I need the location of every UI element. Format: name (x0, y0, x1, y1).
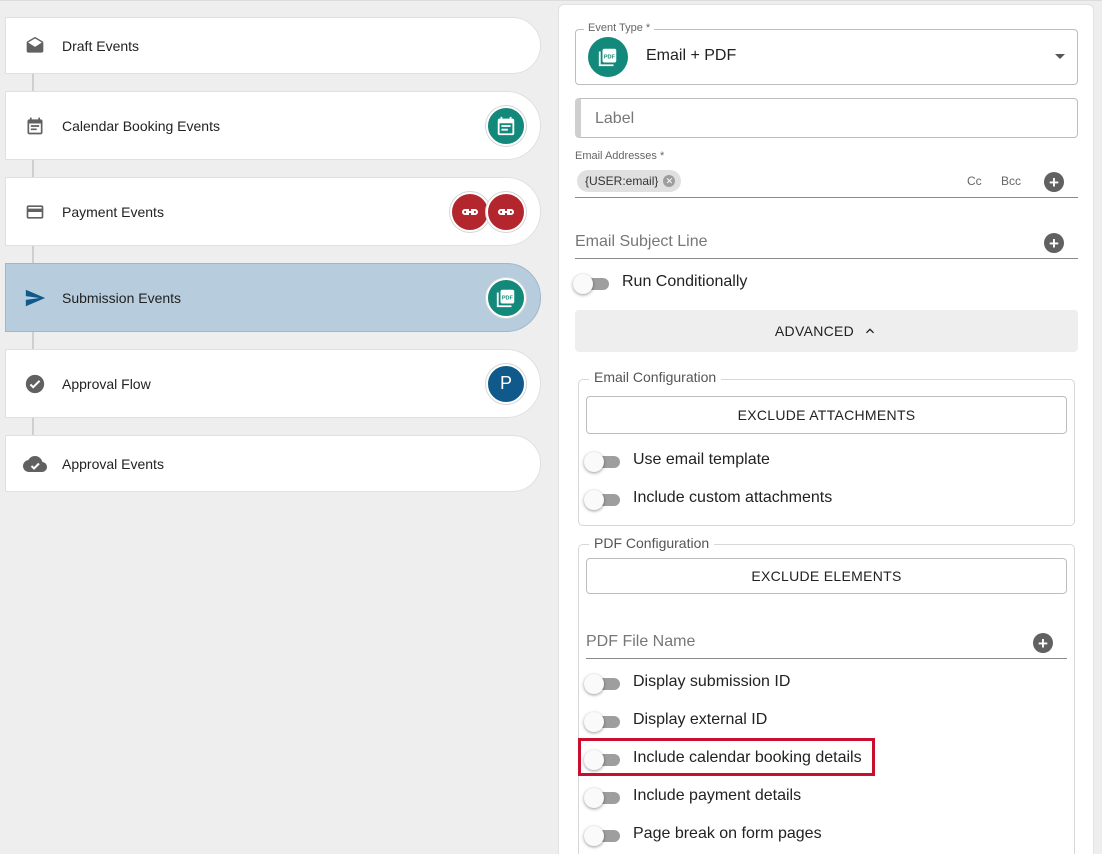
include-calendar-booking-details-toggle[interactable] (584, 749, 624, 770)
subject-underline (575, 258, 1078, 259)
timeline-item-label: Approval Flow (62, 375, 151, 392)
pdf-configuration-legend: PDF Configuration (589, 535, 715, 551)
display-submission-id-label: Display submission ID (633, 673, 791, 690)
page-break-on-form-pages-label: Page break on form pages (633, 825, 822, 842)
timeline-item-label: Submission Events (62, 289, 182, 306)
label-input[interactable]: Label (575, 98, 1078, 138)
email-underline (575, 197, 1078, 198)
event-type-value: Email + PDF (646, 47, 737, 64)
bcc-button[interactable]: Bcc (1001, 174, 1021, 188)
chevron-down-icon[interactable] (1055, 54, 1065, 59)
display-external-id-toggle[interactable] (584, 711, 624, 732)
email-chip-label: {USER:email} (585, 174, 659, 188)
event-type-select[interactable]: PDF Email + PDF (575, 29, 1078, 85)
timeline-connector (32, 74, 34, 91)
run-conditionally-label: Run Conditionally (622, 273, 748, 290)
exclude-elements-label: EXCLUDE ELEMENTS (751, 568, 902, 584)
svg-text:PDF: PDF (604, 54, 616, 60)
use-email-template-toggle[interactable] (584, 451, 624, 472)
timeline-item-draft-events[interactable]: Draft Events (5, 17, 541, 74)
add-email-icon[interactable]: + (1044, 172, 1064, 192)
event-type-legend: Event Type * (584, 22, 655, 34)
pdf-file-name-input[interactable]: PDF File Name (586, 633, 695, 651)
include-calendar-booking-details-label: Include calendar booking details (633, 749, 862, 766)
top-divider (0, 0, 1102, 1)
email-addresses-label: Email Addresses * (575, 150, 665, 162)
add-file-name-token-icon[interactable]: + (1033, 633, 1053, 653)
payment-link-icon (450, 191, 490, 232)
display-submission-id-toggle[interactable] (584, 673, 624, 694)
timeline-connector (32, 160, 34, 177)
exclude-attachments-label: EXCLUDE ATTACHMENTS (737, 407, 916, 423)
timeline-item-calendar-booking-events[interactable]: Calendar Booking Events (5, 91, 541, 160)
include-payment-details-label: Include payment details (633, 787, 802, 804)
send-icon (23, 286, 47, 310)
timeline-item-approval-flow[interactable]: Approval Flow P (5, 349, 541, 418)
svg-text:PDF: PDF (502, 295, 514, 301)
run-conditionally-toggle[interactable] (573, 273, 613, 294)
approval-badge: P (486, 363, 526, 404)
chevron-up-icon (866, 328, 875, 334)
calendar-icon (23, 114, 47, 138)
event-config-panel: PDF Email + PDF Event Type * Label Email… (558, 4, 1094, 854)
timeline-item-label: Draft Events (62, 37, 140, 54)
pdf-file-name-underline (586, 658, 1067, 659)
timeline-connector (32, 332, 34, 349)
email-configuration-legend: Email Configuration (589, 369, 722, 385)
cc-button[interactable]: Cc (967, 174, 982, 188)
pdf-badge-icon: PDF (486, 277, 526, 318)
email-chip[interactable]: {USER:email} ✕ (577, 170, 682, 192)
include-custom-attachments-toggle[interactable] (584, 489, 624, 510)
timeline-item-label: Payment Events (62, 203, 164, 220)
credit-card-icon (23, 200, 47, 224)
advanced-label: ADVANCED (774, 323, 855, 339)
timeline-item-payment-events[interactable]: Payment Events (5, 177, 541, 246)
payment-link-icon (486, 191, 526, 232)
include-payment-details-toggle[interactable] (584, 787, 624, 808)
timeline-connector (32, 418, 34, 435)
cloud-check-icon (23, 452, 47, 476)
exclude-attachments-button[interactable]: EXCLUDE ATTACHMENTS (586, 396, 1067, 434)
pdf-icon: PDF (588, 37, 628, 77)
calendar-badge-icon (486, 105, 526, 146)
envelope-open-icon (23, 34, 47, 58)
page-break-on-form-pages-toggle[interactable] (584, 825, 624, 846)
close-icon[interactable]: ✕ (663, 175, 676, 187)
use-email-template-label: Use email template (633, 451, 770, 468)
add-subject-token-icon[interactable]: + (1044, 233, 1064, 253)
timeline-item-label: Approval Events (62, 455, 164, 472)
exclude-elements-button[interactable]: EXCLUDE ELEMENTS (586, 558, 1067, 594)
label-placeholder: Label (595, 110, 635, 127)
include-custom-attachments-label: Include custom attachments (633, 489, 833, 506)
timeline-connector (32, 246, 34, 263)
timeline-item-submission-events[interactable]: Submission Events PDF (5, 263, 541, 332)
email-subject-input[interactable]: Email Subject Line (575, 233, 708, 251)
check-circle-icon (23, 372, 47, 396)
advanced-button[interactable]: ADVANCED (575, 310, 1078, 352)
timeline-item-label: Calendar Booking Events (62, 117, 220, 134)
display-external-id-label: Display external ID (633, 711, 768, 728)
timeline-item-approval-events[interactable]: Approval Events (5, 435, 541, 492)
